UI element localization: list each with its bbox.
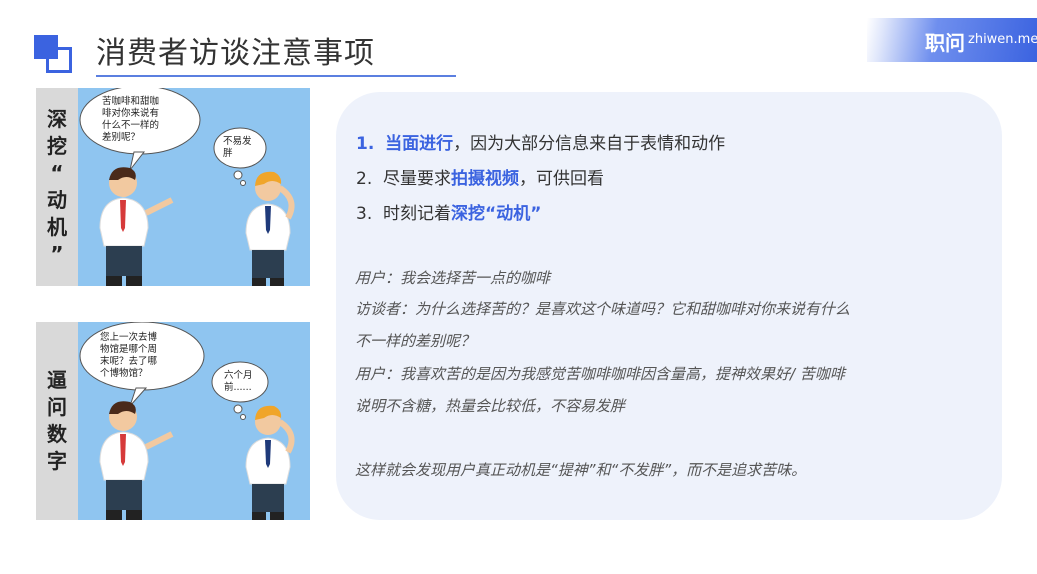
label-char: 动	[47, 188, 67, 212]
speech-bubble-question: 您上一次去博 物馆是哪个周 末呢？去了哪 个博物馆？	[100, 332, 158, 379]
logo-text-cn: 职问	[925, 31, 965, 55]
point-2: 2. 尽量要求拍摄视频，可供回看	[356, 169, 605, 189]
dialogue-line: 用户：我喜欢苦的是因为我感觉苦咖啡咖啡因含量高，提神效果好/ 苦咖啡	[355, 365, 845, 383]
label-char: 深	[47, 107, 67, 131]
header-icon	[34, 35, 72, 73]
label-char: “	[50, 161, 64, 185]
speech-bubble-answer: 六个月 前......	[224, 370, 253, 393]
panel-label-numbers: 逼 问 数 字	[36, 322, 78, 520]
point-highlight: 拍摄视频	[451, 169, 520, 189]
label-char: 字	[47, 449, 67, 473]
dialogue-line: 不一样的差别呢？	[355, 332, 476, 350]
panel-label-motive: 深 挖 “ 动 机 ”	[36, 88, 78, 286]
logo-text-en: zhiwen.me	[968, 32, 1037, 47]
dialogue-line: 说明不含糖，热量会比较低，不容易发胖	[355, 397, 626, 415]
brand-logo: 职问 zhiwen.me	[867, 18, 1037, 62]
point-1: 1. 当面进行，因为大部分信息来自于表情和动作	[356, 134, 726, 154]
label-char: 问	[47, 395, 67, 419]
dialogue-conclusion: 这样就会发现用户真正动机是“提神”和“不发胖”，而不是追求苦味。	[355, 461, 807, 479]
page-title: 消费者访谈注意事项	[96, 36, 375, 71]
point-3: 3. 时刻记着深挖“动机”	[356, 204, 542, 224]
point-highlight: 当面进行	[385, 134, 454, 154]
interview-illustration-numbers: 您上一次去博 物馆是哪个周 末呢？去了哪 个博物馆？ 六个月 前......	[78, 322, 310, 520]
speech-bubble-answer: 不易发 胖	[223, 136, 252, 159]
dialogue-line: 用户：我会选择苦一点的咖啡	[355, 269, 551, 287]
speech-bubble-question: 苦咖啡和甜咖 啡对你来说有 什么不一样的 差别呢？	[102, 96, 160, 143]
label-char: 逼	[47, 368, 67, 392]
label-char: 挖	[47, 134, 67, 158]
point-highlight: 深挖“动机”	[451, 204, 542, 224]
title-underline	[96, 75, 456, 77]
label-char: 数	[47, 422, 67, 446]
label-char: 机	[47, 215, 67, 239]
interview-illustration-motive: 苦咖啡和甜咖 啡对你来说有 什么不一样的 差别呢？ 不易发 胖	[78, 88, 310, 286]
dialogue-line: 访谈者：为什么选择苦的？是喜欢这个味道吗？它和甜咖啡对你来说有什么	[355, 300, 851, 318]
label-char: ”	[50, 242, 64, 266]
